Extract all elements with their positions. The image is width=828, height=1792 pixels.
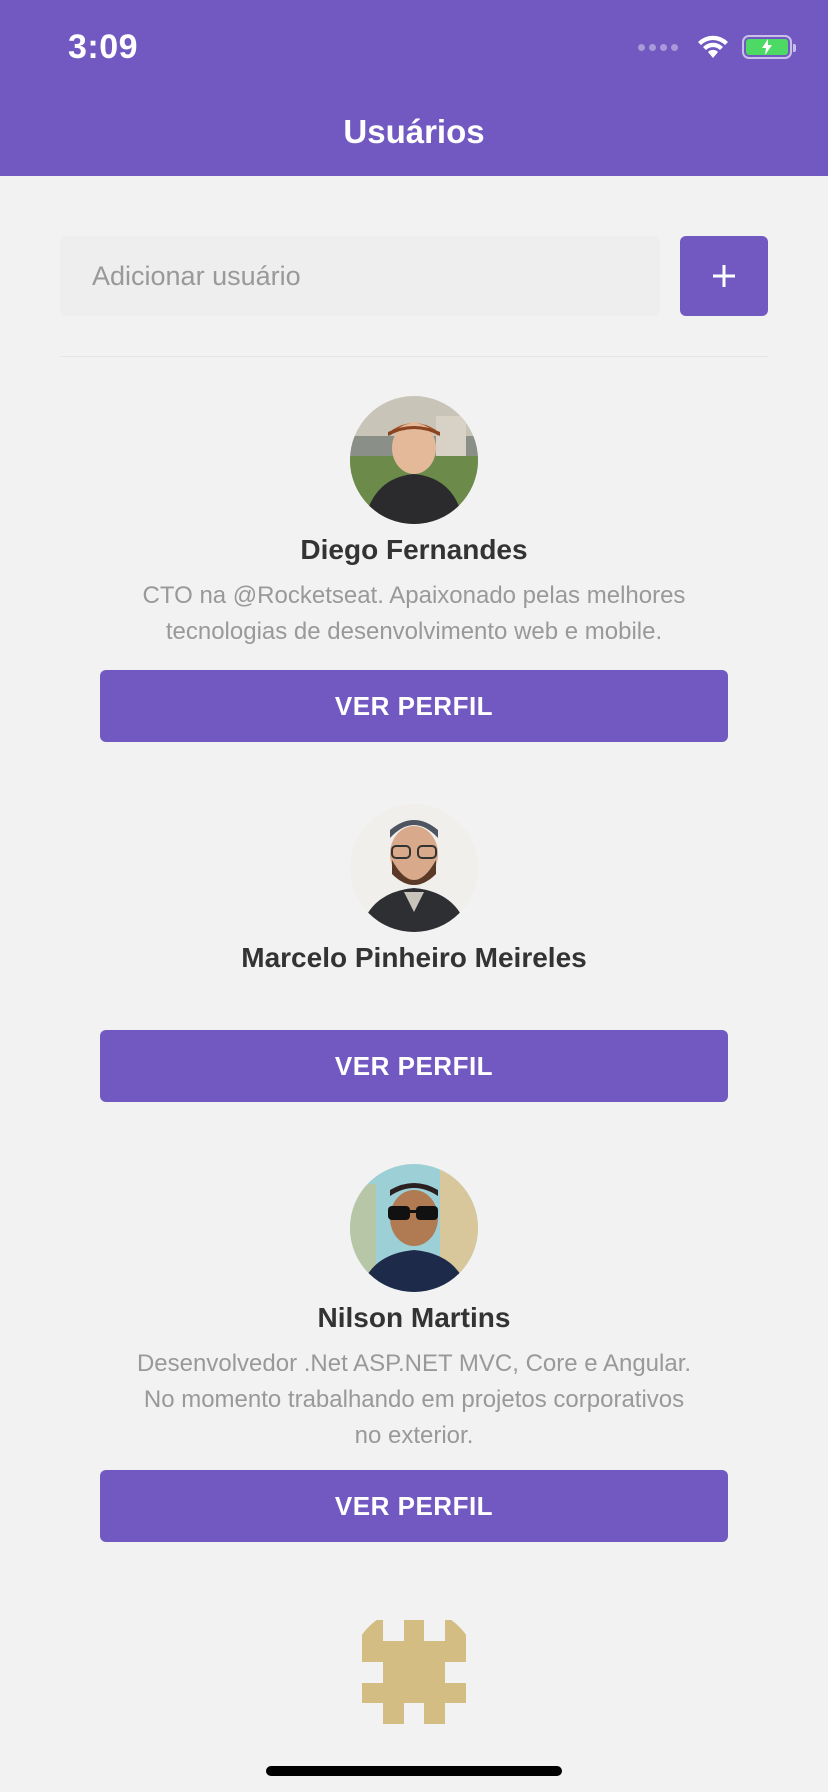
identicon-avatar: [350, 1608, 478, 1736]
user-name: Diego Fernandes: [300, 534, 528, 565]
avatar: [350, 396, 478, 524]
user-bio: Desenvolvedor .Net ASP.NET MVC, Core e A…: [100, 1346, 728, 1454]
cellular-signal-icon: [638, 43, 678, 51]
avatar: [350, 1164, 478, 1292]
user-bio-line: No momento trabalhando em projetos corpo…: [143, 1386, 685, 1413]
plus-icon: [713, 265, 735, 287]
user-bio-line: CTO na @Rocketseat. Apaixonado pelas mel…: [142, 582, 686, 609]
user-bio-line: no exterior.: [354, 1422, 474, 1449]
wifi-icon: [698, 35, 728, 58]
user-bio-line: tecnologias de desenvolvimento web e mob…: [165, 618, 663, 645]
view-profile-button[interactable]: VER PERFIL: [100, 1470, 728, 1542]
status-time: 3:09: [68, 28, 139, 66]
page-title: Usuários: [343, 113, 485, 150]
user-name: Nilson Martins: [317, 1302, 511, 1333]
add-user-input[interactable]: [60, 236, 660, 316]
add-user-form: [60, 236, 768, 316]
add-user-button[interactable]: [680, 236, 768, 316]
app-header: 3:09 Usuários: [0, 0, 828, 176]
avatar: [350, 804, 478, 932]
home-indicator: [266, 1766, 562, 1776]
user-bio: CTO na @Rocketseat. Apaixonado pelas mel…: [100, 578, 728, 650]
user-bio-line: Desenvolvedor .Net ASP.NET MVC, Core e A…: [136, 1350, 692, 1377]
user-name: Marcelo Pinheiro Meireles: [241, 942, 587, 973]
view-profile-button[interactable]: VER PERFIL: [100, 670, 728, 742]
view-profile-button[interactable]: VER PERFIL: [100, 1030, 728, 1102]
battery-icon: [742, 35, 796, 59]
divider: [60, 356, 768, 357]
status-icons: [638, 34, 796, 60]
